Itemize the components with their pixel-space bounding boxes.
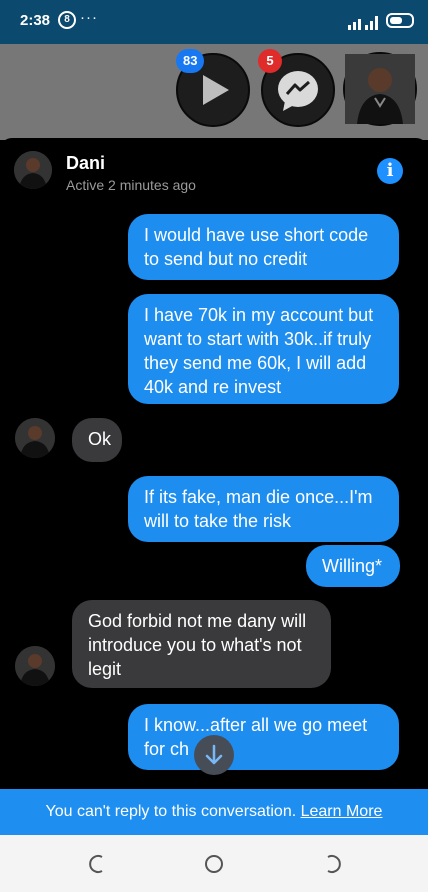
message-bubble-received[interactable]: God forbid not me dany will introduce yo… [72,600,331,688]
back-nav-icon[interactable] [86,853,108,875]
more-notifications-icon: ··· [80,9,98,26]
arrow-down-icon [205,744,223,765]
scroll-to-bottom-button[interactable] [194,735,234,775]
cannot-reply-notice: You can't reply to this conversation. Le… [0,789,428,835]
avatar [15,646,55,686]
message-bubble-sent[interactable]: If its fake, man die once...I'm will to … [128,476,399,542]
contact-chat-head[interactable] [343,52,417,126]
avatar [14,151,52,189]
signal-icon [348,16,378,30]
status-time: 2:38 [20,12,51,29]
message-bubble-sent[interactable]: I have 70k in my account but want to sta… [128,294,399,404]
status-bar: 2:38 8 ··· [0,0,428,44]
contact-name[interactable]: Dani [66,153,105,174]
message-bubble-sent[interactable]: Willing* [306,545,400,587]
youtube-count-badge: 83 [176,49,205,73]
notification-badge-icon: 8 [58,11,76,29]
contact-status: Active 2 minutes ago [66,177,196,193]
learn-more-link[interactable]: Learn More [301,803,383,820]
contact-avatar[interactable] [14,151,52,189]
avatar [15,418,55,458]
notice-text: You can't reply to this conversation. [45,803,297,820]
contact-avatar [15,646,55,686]
battery-icon [386,13,414,28]
message-bubble-sent[interactable]: I would have use short code to send but … [128,214,399,280]
avatar [345,54,415,124]
message-bubble-received[interactable]: Ok [72,418,122,462]
contact-avatar [15,418,55,458]
messenger-count-badge: 5 [258,49,282,73]
recents-nav-icon[interactable] [322,853,344,875]
message-bubble-sent[interactable]: I know...after all we go meet for ch ... [128,704,399,770]
system-navigation-bar [0,835,428,892]
home-nav-icon[interactable] [203,853,225,875]
info-icon[interactable]: i [377,158,403,184]
